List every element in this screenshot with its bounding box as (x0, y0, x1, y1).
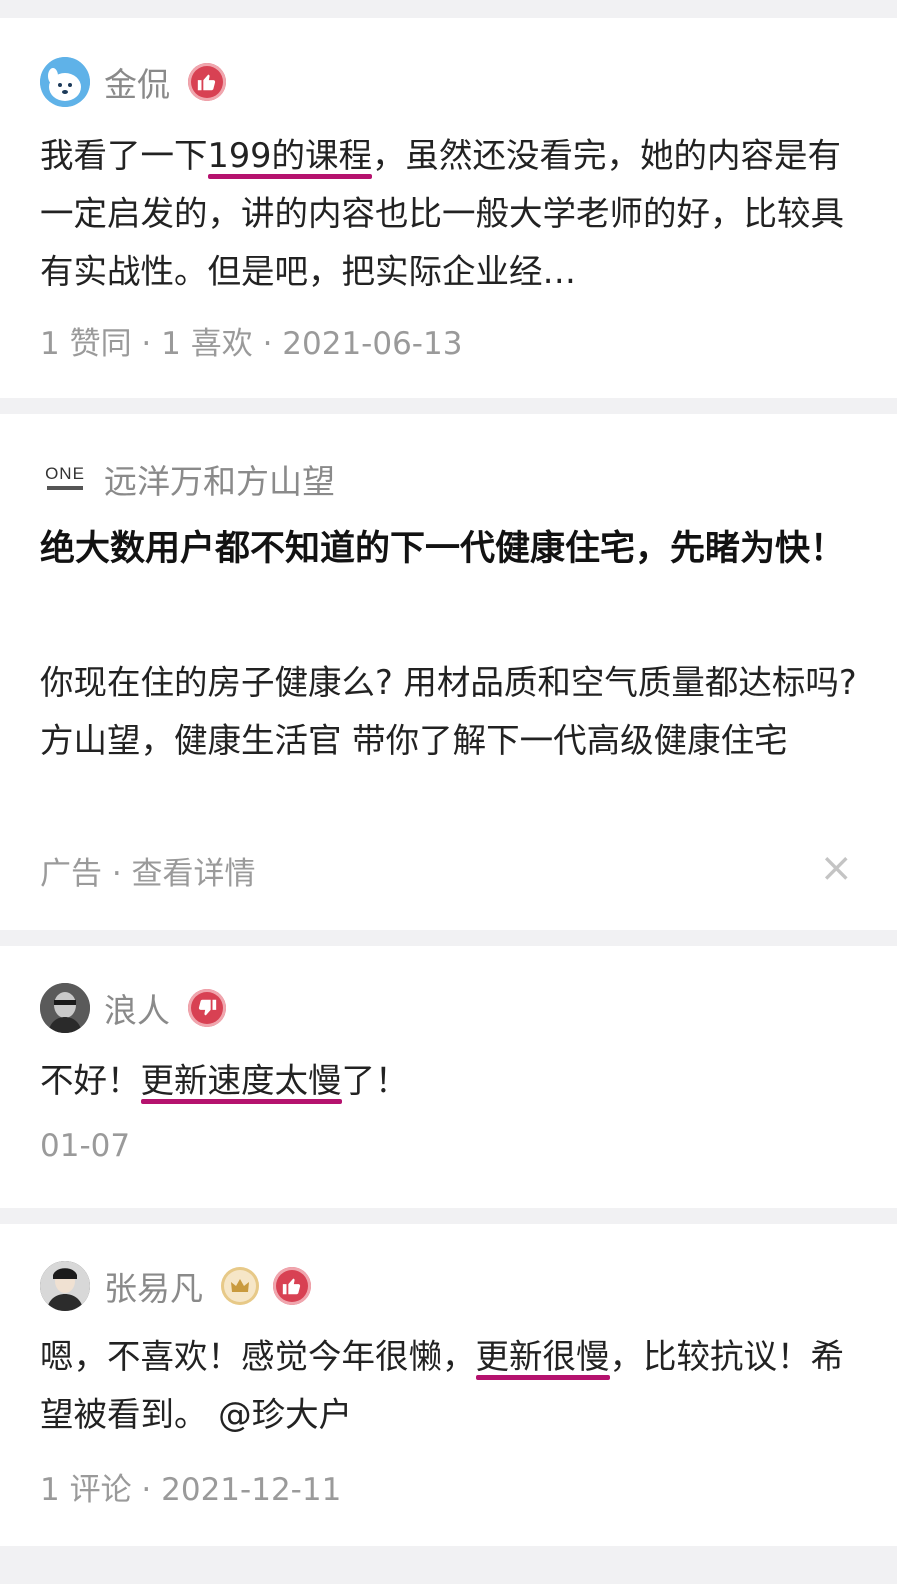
answer-meta: 1 赞同 · 1 喜欢 · 2021-06-13 (40, 326, 463, 362)
excerpt-text: 我看了一下 (40, 136, 208, 175)
advertiser-row: ONE 远洋万和方山望 (40, 454, 335, 504)
ad-card[interactable]: ONE 远洋万和方山望 绝大数用户都不知道的下一代健康住宅，先睹为快！ 你现在住… (0, 414, 897, 930)
ad-title[interactable]: 绝大数用户都不知道的下一代健康住宅，先睹为快！ (40, 518, 860, 580)
author-name[interactable]: 浪人 (104, 984, 170, 1032)
thumbs-up-icon (188, 63, 226, 101)
portrait-avatar-icon (40, 1261, 90, 1311)
author-name[interactable]: 张易凡 (104, 1262, 203, 1310)
portrait-avatar-icon (40, 983, 90, 1033)
answer-excerpt[interactable]: 不好！更新速度太慢了！ (40, 1052, 860, 1110)
crown-icon (221, 1267, 259, 1305)
answer-meta: 1 评论 · 2021-12-11 (40, 1472, 342, 1508)
answer-meta: 01-07 (40, 1128, 131, 1164)
advertiser-name[interactable]: 远洋万和方山望 (104, 455, 335, 503)
avatar[interactable] (40, 57, 90, 107)
answer-card[interactable]: 张易凡 嗯，不喜欢！感觉今年很懒，更新很慢，比较抗议！希望被看到。 @珍大户 1… (0, 1224, 897, 1546)
excerpt-text: 不好！ (40, 1061, 141, 1100)
answer-card[interactable]: 金侃 我看了一下199的课程，虽然还没看完，她的内容是有一定启发的，讲的内容也比… (0, 18, 897, 398)
highlighted-phrase: 199的课程 (207, 136, 372, 175)
answer-excerpt[interactable]: 嗯，不喜欢！感觉今年很懒，更新很慢，比较抗议！希望被看到。 @珍大户 (40, 1328, 860, 1444)
thumbs-up-icon (273, 1267, 311, 1305)
answer-card[interactable]: 浪人 不好！更新速度太慢了！ 01-07 (0, 946, 897, 1208)
author-row: 张易凡 (40, 1261, 311, 1311)
ad-meta[interactable]: 广告 · 查看详情 (40, 848, 256, 893)
author-row: 金侃 (40, 57, 226, 107)
close-icon[interactable]: × (819, 848, 853, 888)
ad-description[interactable]: 你现在住的房子健康么? 用材品质和空气质量都达标吗? 方山望，健康生活官 带你了… (40, 654, 860, 770)
thumbs-down-icon (188, 989, 226, 1027)
brand-logo[interactable]: ONE (40, 454, 90, 504)
brand-logo-subtext-icon (47, 486, 83, 490)
answer-excerpt[interactable]: 我看了一下199的课程，虽然还没看完，她的内容是有一定启发的，讲的内容也比一般大… (40, 127, 860, 301)
excerpt-text: 嗯，不喜欢！感觉今年很懒， (40, 1337, 476, 1376)
dog-avatar-icon (40, 57, 90, 107)
brand-logo-text: ONE (45, 464, 85, 483)
excerpt-text: 了！ (341, 1061, 409, 1100)
highlighted-phrase: 更新速度太慢 (140, 1061, 342, 1100)
author-row: 浪人 (40, 983, 226, 1033)
avatar[interactable] (40, 1261, 90, 1311)
author-name[interactable]: 金侃 (104, 58, 170, 106)
highlighted-phrase: 更新很慢 (475, 1337, 610, 1376)
avatar[interactable] (40, 983, 90, 1033)
answer-feed: 金侃 我看了一下199的课程，虽然还没看完，她的内容是有一定启发的，讲的内容也比… (0, 0, 897, 1584)
